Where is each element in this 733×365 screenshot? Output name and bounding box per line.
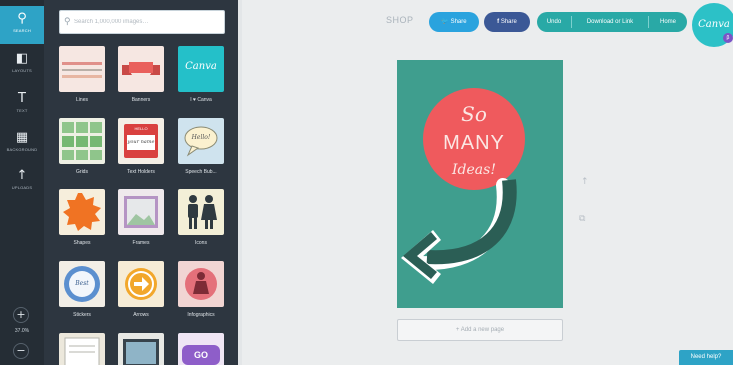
facebook-share-button[interactable]: f Share bbox=[484, 12, 530, 32]
tile-label: Stickers bbox=[73, 312, 91, 318]
tile-infographics[interactable] bbox=[178, 261, 224, 307]
banner-graphic bbox=[122, 62, 160, 75]
starburst-shape-graphic bbox=[63, 193, 101, 231]
tile-label: Text Holders bbox=[127, 169, 155, 175]
tile-text: Best bbox=[75, 280, 89, 287]
tile-frames[interactable] bbox=[118, 189, 164, 235]
tile-lines[interactable] bbox=[59, 46, 105, 92]
copy-page-icon[interactable]: ⧉ bbox=[579, 214, 585, 224]
twitter-share-label: Share bbox=[450, 19, 467, 25]
person-icon bbox=[185, 268, 217, 300]
nav-text[interactable]: T TEXT bbox=[0, 86, 44, 124]
panel-scrollbar[interactable] bbox=[238, 0, 242, 365]
zoom-level: 37.0% bbox=[14, 328, 30, 334]
grid-graphic bbox=[62, 122, 102, 160]
tile-more-1[interactable] bbox=[59, 333, 105, 365]
tile-label: Speech Bub... bbox=[185, 169, 217, 175]
search-input[interactable] bbox=[74, 14, 222, 30]
tile-label: Arrows bbox=[133, 312, 149, 318]
search-icon: ⚲ bbox=[17, 11, 27, 26]
facebook-share-label: Share bbox=[500, 19, 517, 25]
tile-text: your name bbox=[127, 135, 155, 150]
nav-layouts[interactable]: ◧ LAYOUTS bbox=[0, 46, 44, 84]
text-icon: T bbox=[18, 91, 26, 106]
lines-graphic bbox=[62, 62, 102, 78]
tile-text: Canva bbox=[185, 61, 217, 72]
tile-label: I ♥ Canva bbox=[190, 97, 212, 103]
tile-stickers[interactable]: Best bbox=[59, 261, 105, 307]
speech-bubble-graphic bbox=[184, 126, 218, 157]
action-bar: Undo Download or Link Home bbox=[537, 12, 687, 32]
beta-badge: β bbox=[723, 33, 733, 43]
frame-graphic bbox=[124, 196, 158, 228]
nav-text-label: TEXT bbox=[16, 108, 28, 113]
add-page-button[interactable]: + Add a new page bbox=[397, 319, 563, 341]
zoom-out-button[interactable]: − bbox=[13, 343, 29, 359]
nav-background[interactable]: ▦ BACKGROUND bbox=[0, 125, 44, 163]
design-page[interactable]: So MANY Ideas! bbox=[397, 60, 563, 308]
tile-shapes[interactable] bbox=[59, 189, 105, 235]
need-help-button[interactable]: Need help? bbox=[679, 350, 733, 365]
tile-banners[interactable] bbox=[118, 46, 164, 92]
document-graphic bbox=[64, 337, 100, 365]
nav-search-label: SEARCH bbox=[13, 28, 31, 33]
tile-text-holders[interactable]: HELLO your name bbox=[118, 118, 164, 164]
tile-canva-love[interactable]: Canva bbox=[178, 46, 224, 92]
nav-layouts-label: LAYOUTS bbox=[12, 68, 32, 73]
sidebar-nav: ⚲ SEARCH ◧ LAYOUTS T TEXT ▦ BACKGROUND ↑… bbox=[0, 0, 44, 365]
twitter-share-button[interactable]: 🐦 Share bbox=[429, 12, 479, 32]
search-box: ⚲ bbox=[59, 10, 225, 34]
tile-text: GO bbox=[182, 345, 220, 365]
home-button[interactable]: Home bbox=[649, 12, 687, 32]
nav-search[interactable]: ⚲ SEARCH bbox=[0, 6, 44, 44]
tile-grids[interactable] bbox=[59, 118, 105, 164]
upload-icon: ↑ bbox=[16, 168, 28, 183]
tile-badge-text: HELLO bbox=[134, 126, 148, 131]
screen-graphic bbox=[123, 339, 159, 365]
background-icon: ▦ bbox=[15, 130, 29, 145]
tile-icons[interactable] bbox=[178, 189, 224, 235]
shop-link[interactable]: SHOP bbox=[386, 15, 414, 25]
nav-uploads-label: UPLOADS bbox=[11, 185, 33, 190]
move-up-icon[interactable]: ↑ bbox=[581, 177, 589, 187]
tile-label: Shapes bbox=[73, 240, 91, 246]
tile-text: Hello! bbox=[191, 134, 211, 141]
nav-uploads[interactable]: ↑ UPLOADS bbox=[0, 163, 44, 201]
zoom-in-button[interactable]: + bbox=[13, 307, 29, 323]
curved-arrow-graphic[interactable] bbox=[397, 60, 563, 308]
elements-panel: ⚲ Lines Banners Canva I ♥ Canva bbox=[44, 0, 238, 365]
tile-speech-bubbles[interactable]: Hello! bbox=[178, 118, 224, 164]
layouts-icon: ◧ bbox=[15, 51, 29, 66]
nav-background-label: BACKGROUND bbox=[6, 147, 38, 152]
tile-more-2[interactable] bbox=[118, 333, 164, 365]
tile-label: Banners bbox=[131, 97, 151, 103]
people-icon bbox=[188, 195, 217, 229]
undo-button[interactable]: Undo bbox=[537, 12, 571, 32]
twitter-icon: 🐦 bbox=[441, 19, 451, 25]
tile-arrows[interactable] bbox=[118, 261, 164, 307]
tile-label: Icons bbox=[195, 240, 207, 246]
tile-label: Lines bbox=[76, 97, 88, 103]
search-icon: ⚲ bbox=[64, 16, 71, 26]
arrow-right-icon bbox=[125, 268, 157, 300]
tile-more-3[interactable]: GO bbox=[178, 333, 224, 365]
tile-label: Infographics bbox=[187, 312, 215, 318]
tile-label: Frames bbox=[132, 240, 150, 246]
download-button[interactable]: Download or Link bbox=[572, 12, 648, 32]
tile-label: Grids bbox=[76, 169, 88, 175]
canva-editor: ⚲ SEARCH ◧ LAYOUTS T TEXT ▦ BACKGROUND ↑… bbox=[0, 0, 733, 365]
